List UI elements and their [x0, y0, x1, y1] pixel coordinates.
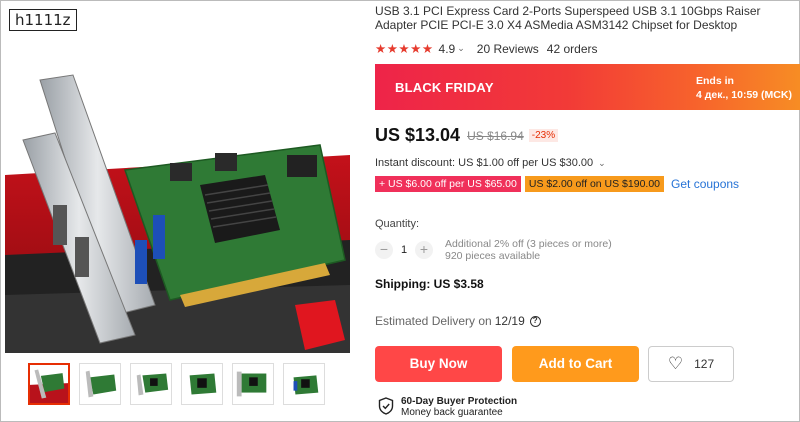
product-info: USB 3.1 PCI Express Card 2-Ports Supersp…	[375, 1, 800, 418]
black-friday-banner: BLACK FRIDAY Ends in 4 дек., 10:59 (MCK)	[375, 64, 800, 110]
help-icon[interactable]: ?	[529, 315, 541, 327]
thumbnail-image-icon	[80, 364, 120, 404]
protection-text: 60-Day Buyer Protection Money back guara…	[401, 396, 517, 418]
shipping-cost[interactable]: Shipping: US $3.58	[375, 277, 484, 291]
quantity-input[interactable]: 1	[393, 244, 415, 256]
original-price: US $16.94	[467, 128, 524, 143]
thumbnail-2[interactable]	[79, 363, 121, 405]
price-row: US $13.04 US $16.94 -23%	[375, 125, 559, 146]
get-coupons-link[interactable]: Get coupons	[671, 177, 739, 191]
wishlist-count: 127	[694, 357, 715, 371]
stock-available: 920 pieces available	[445, 250, 541, 262]
thumbnail-image-icon	[233, 364, 273, 404]
quantity-minus-button[interactable]: −	[375, 241, 393, 259]
instant-discount[interactable]: Instant discount: US $1.00 off per US $3…	[375, 157, 606, 169]
buy-now-button[interactable]: Buy Now	[375, 346, 502, 382]
quantity-plus-button[interactable]: +	[415, 241, 433, 259]
bulk-discount-note: Additional 2% off (3 pieces or more)	[445, 238, 612, 250]
thumbnail-3[interactable]	[130, 363, 172, 405]
star-rating-icon: ★★★★★	[375, 42, 434, 56]
shield-check-icon	[378, 397, 394, 415]
reviews-link[interactable]: 20 Reviews	[477, 42, 539, 56]
watermark-label: h1111z	[9, 9, 77, 31]
instant-discount-text: Instant discount: US $1.00 off per US $3…	[375, 157, 594, 169]
banner-title: BLACK FRIDAY	[395, 80, 494, 95]
quantity-stepper: − 1 + Additional 2% off (3 pieces or mor…	[375, 238, 612, 262]
protection-subtitle: Money back guarantee	[401, 407, 503, 418]
product-title: USB 3.1 PCI Express Card 2-Ports Supersp…	[375, 4, 761, 32]
heart-icon: ♡	[667, 354, 684, 373]
buyer-protection: 60-Day Buyer Protection Money back guara…	[378, 396, 517, 418]
thumbnail-6[interactable]	[283, 363, 325, 405]
estimated-delivery: Estimated Delivery on 12/19 ?	[375, 314, 541, 328]
current-price: US $13.04	[375, 125, 461, 145]
rating-row: ★★★★★ 4.9 ⌄ 20 Reviews 42 orders	[375, 41, 800, 57]
usb-card-photo	[5, 5, 350, 353]
sale-countdown: Ends in 4 дек., 10:59 (MCK)	[696, 74, 792, 102]
wishlist-button[interactable]: ♡ 127	[648, 346, 734, 382]
ends-time: 4 дек., 10:59 (MCK)	[696, 89, 792, 101]
quantity-note: Additional 2% off (3 pieces or more) 920…	[445, 238, 612, 262]
chevron-down-icon: ⌄	[598, 158, 606, 168]
thumbnail-image-icon	[284, 364, 324, 404]
coupon-red[interactable]: + US $6.00 off per US $65.00	[375, 176, 521, 192]
thumbnail-image-icon	[30, 365, 68, 403]
coupon-row: + US $6.00 off per US $65.00 US $2.00 of…	[375, 176, 739, 192]
add-to-cart-button[interactable]: Add to Cart	[512, 346, 639, 382]
rating-value[interactable]: 4.9	[439, 42, 456, 56]
thumbnail-image-icon	[182, 364, 222, 404]
thumbnail-strip	[28, 363, 325, 405]
delivery-date: 12/19	[494, 314, 525, 328]
discount-badge: -23%	[528, 129, 559, 142]
chevron-down-icon[interactable]: ⌄	[457, 43, 465, 54]
product-page: h1111z USB 3.1 PCI Express Card 2-Ports …	[0, 0, 800, 422]
ends-label: Ends in	[696, 75, 734, 87]
coupon-orange[interactable]: US $2.00 off on US $190.00	[524, 176, 665, 192]
delivery-label: Estimated Delivery on	[375, 314, 492, 328]
thumbnail-image-icon	[131, 364, 171, 404]
protection-title: 60-Day Buyer Protection	[401, 396, 518, 407]
thumbnail-5[interactable]	[232, 363, 274, 405]
main-product-image[interactable]: h1111z	[5, 5, 350, 353]
thumbnail-1[interactable]	[28, 363, 70, 405]
thumbnail-4[interactable]	[181, 363, 223, 405]
quantity-label: Quantity:	[375, 218, 420, 230]
orders-count: 42 orders	[546, 41, 598, 56]
